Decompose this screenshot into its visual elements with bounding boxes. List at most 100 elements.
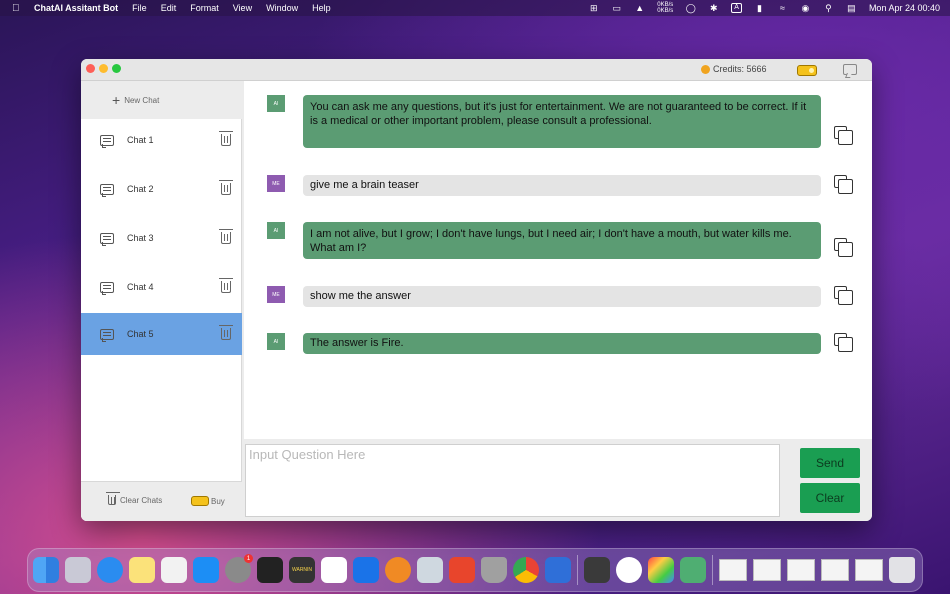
credits-display: Credits: 5666 — [701, 64, 767, 74]
system-settings-icon[interactable]: 1 — [225, 554, 253, 583]
close-window-button[interactable] — [86, 64, 95, 73]
minimize-window-button[interactable] — [99, 64, 108, 73]
xcode-icon[interactable] — [545, 557, 571, 583]
feedback-icon[interactable] — [843, 64, 857, 75]
preview-icon[interactable] — [417, 557, 443, 583]
chatai-app-icon[interactable] — [680, 557, 706, 583]
apple-menu-icon[interactable]:  — [12, 3, 22, 14]
zoom-window-button[interactable] — [112, 64, 121, 73]
color-picker-icon[interactable] — [648, 557, 674, 583]
plus-icon: + — [112, 92, 121, 108]
input-source-badge[interactable]: A — [731, 3, 742, 13]
app-window: Credits: 5666 + New Chat Chat 1 Chat 2 C… — [81, 59, 872, 521]
dock-separator — [712, 555, 713, 585]
title-bar[interactable]: Credits: 5666 — [81, 59, 872, 81]
menu-edit[interactable]: Edit — [161, 3, 177, 13]
shirt-icon[interactable]: ▲ — [634, 3, 645, 13]
menu-view[interactable]: View — [233, 3, 252, 13]
status-tray: ⊞ ▭ ▲ 0KB/s 0KB/s ◯ ✱ A ▮ ≈ ◉ ⚲ ▤ Mon Ap… — [588, 0, 940, 16]
sidebar-item-chat-5[interactable]: Chat 5 — [81, 313, 242, 355]
console-label: WARNIN — [291, 567, 313, 573]
copy-icon[interactable] — [834, 333, 853, 352]
sidebar-item-chat-3[interactable]: Chat 3 — [81, 217, 242, 259]
database-icon[interactable] — [481, 557, 507, 583]
finder-icon[interactable] — [33, 557, 59, 583]
minimized-window-thumbnail[interactable] — [719, 559, 747, 581]
glasses-icon[interactable]: ◯ — [685, 3, 696, 13]
bluetooth-icon[interactable]: ✱ — [708, 3, 719, 13]
textedit-icon[interactable] — [161, 557, 187, 583]
send-button[interactable]: Send — [800, 448, 860, 478]
menubar-clock[interactable]: Mon Apr 24 00:40 — [869, 3, 940, 13]
app-store-icon[interactable] — [193, 557, 219, 583]
ai-avatar: AI — [267, 95, 285, 112]
clear-button[interactable]: Clear — [800, 483, 860, 513]
dock-separator — [577, 555, 578, 585]
notes-icon[interactable] — [129, 557, 155, 583]
delete-chat-icon[interactable] — [219, 131, 233, 146]
chrome-icon[interactable] — [513, 557, 539, 583]
copy-icon[interactable] — [834, 238, 853, 257]
message-bubble: You can ask me any questions, but it's j… — [303, 95, 821, 148]
copy-icon[interactable] — [834, 175, 853, 194]
minimized-window-thumbnail[interactable] — [753, 559, 781, 581]
network-speed[interactable]: 0KB/s 0KB/s — [657, 2, 673, 14]
user-icon[interactable]: ◉ — [800, 3, 811, 13]
question-input[interactable] — [245, 444, 780, 517]
spotlight-search-icon[interactable]: ⚲ — [823, 3, 834, 13]
clear-chats-button[interactable]: Clear Chats — [106, 492, 162, 505]
delete-chat-icon[interactable] — [219, 278, 233, 293]
net-download-rate: 0KB/s — [657, 8, 674, 14]
pdf-reader-icon[interactable] — [449, 557, 475, 583]
copy-icon[interactable] — [834, 126, 853, 145]
launchpad-icon[interactable] — [65, 557, 91, 583]
wifi-icon[interactable]: ≈ — [777, 3, 788, 13]
terminal-icon[interactable] — [257, 557, 283, 583]
photos-icon[interactable] — [321, 557, 347, 583]
chat-label: Chat 1 — [127, 135, 154, 145]
app-name-menu[interactable]: ChatAI Assitant Bot — [34, 3, 118, 13]
minimized-window-thumbnail[interactable] — [821, 559, 849, 581]
sidebar-item-chat-2[interactable]: Chat 2 — [81, 168, 242, 210]
trash-icon — [106, 492, 120, 505]
safari-icon[interactable] — [97, 557, 123, 583]
sidebar: + New Chat Chat 1 Chat 2 Chat 3 Chat 4 C… — [81, 81, 242, 521]
menu-file[interactable]: File — [132, 3, 147, 13]
input-area: Send Clear — [244, 440, 872, 521]
chat-label: Chat 4 — [127, 282, 154, 292]
delete-chat-icon[interactable] — [219, 325, 233, 340]
screen-icon[interactable]: ▭ — [611, 3, 622, 13]
trash-icon[interactable] — [889, 557, 915, 583]
notification-badge: 1 — [244, 554, 253, 563]
delete-chat-icon[interactable] — [219, 229, 233, 244]
buy-button[interactable]: Buy — [191, 496, 225, 506]
instruments-icon[interactable] — [616, 557, 642, 583]
new-chat-button[interactable]: + New Chat — [81, 81, 242, 119]
delete-chat-icon[interactable] — [219, 180, 233, 195]
message-bubble: show me the answer — [303, 286, 821, 307]
chat-transcript[interactable]: AI You can ask me any questions, but it'… — [244, 81, 872, 439]
minimized-window-thumbnail[interactable] — [855, 559, 883, 581]
console-icon[interactable]: WARNIN — [289, 557, 315, 583]
blender-icon[interactable] — [385, 557, 411, 583]
new-chat-label: New Chat — [124, 95, 160, 105]
copy-icon[interactable] — [834, 286, 853, 305]
menu-window[interactable]: Window — [266, 3, 298, 13]
coins-icon — [191, 496, 209, 506]
sidebar-footer: Clear Chats Buy — [81, 481, 242, 521]
menu-help[interactable]: Help — [312, 3, 331, 13]
chat-bubble-icon — [100, 281, 114, 295]
crop-icon[interactable]: ⊞ — [588, 3, 599, 13]
minimized-window-thumbnail[interactable] — [787, 559, 815, 581]
menu-format[interactable]: Format — [190, 3, 219, 13]
cloud-app-icon[interactable] — [353, 557, 379, 583]
sidebar-item-chat-1[interactable]: Chat 1 — [81, 119, 242, 161]
buy-label: Buy — [211, 496, 225, 506]
battery-icon[interactable]: ▮ — [754, 3, 765, 13]
credits-label: Credits: 5666 — [713, 64, 767, 74]
control-center-icon[interactable]: ▤ — [846, 3, 857, 13]
dock: 1 WARNIN — [27, 548, 923, 592]
activity-app-icon[interactable] — [584, 557, 610, 583]
buy-coins-icon[interactable] — [797, 65, 817, 76]
sidebar-item-chat-4[interactable]: Chat 4 — [81, 266, 242, 308]
